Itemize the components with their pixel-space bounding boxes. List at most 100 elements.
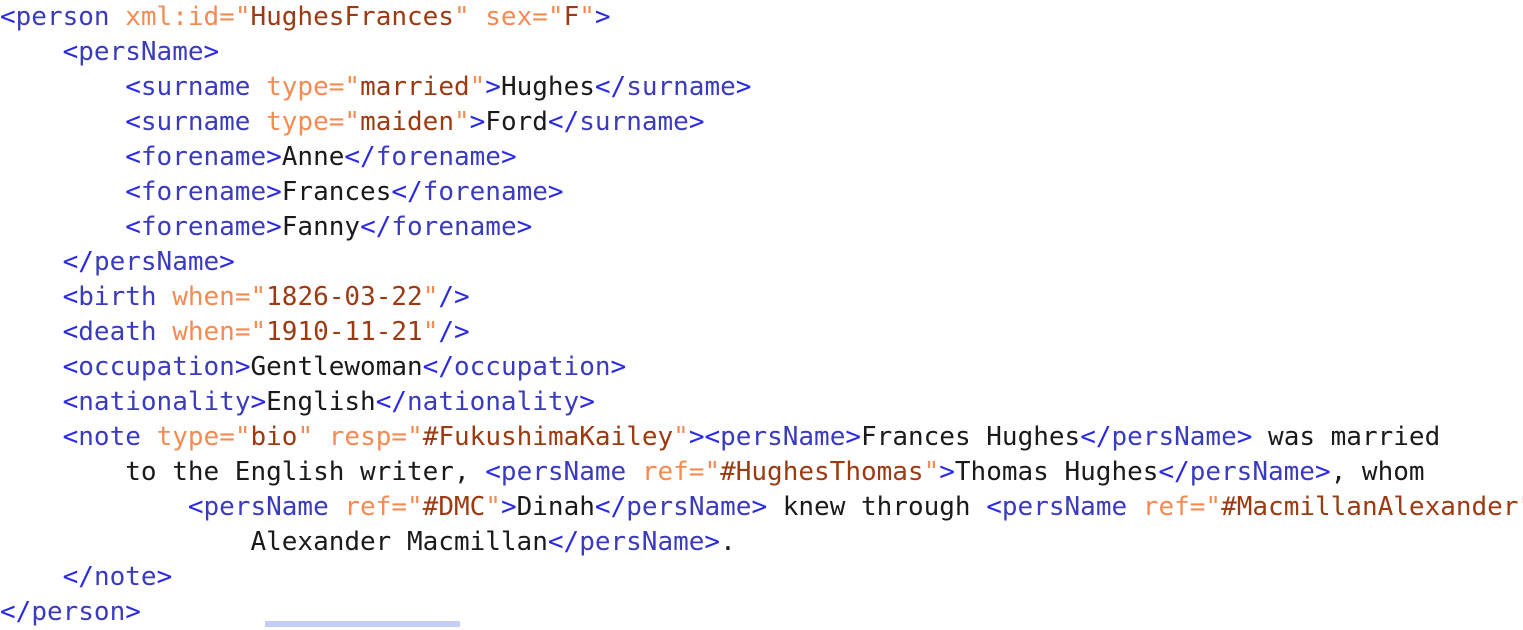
xml-text-content: Thomas Hughes	[955, 457, 1159, 487]
xml-text-content	[141, 422, 157, 452]
xml-quote: "	[673, 422, 689, 452]
xml-bracket: >	[689, 422, 705, 452]
xml-equals: =	[329, 107, 345, 137]
xml-bracket: </	[595, 72, 626, 102]
xml-attribute-value: HughesFrances	[250, 2, 454, 32]
xml-text-content	[157, 317, 173, 347]
xml-bracket: </	[0, 597, 31, 627]
xml-bracket: <	[704, 422, 720, 452]
xml-bracket: </	[595, 492, 626, 522]
line-indent	[0, 72, 125, 102]
line-indent	[0, 37, 63, 67]
xml-quote: "	[235, 2, 251, 32]
xml-quote: "	[470, 72, 486, 102]
code-line[interactable]: <occupation>Gentlewoman</occupation>	[0, 350, 1523, 385]
code-line[interactable]: <forename>Fanny</forename>	[0, 210, 1523, 245]
xml-element-name: persName	[1190, 457, 1315, 487]
xml-text-content	[626, 457, 642, 487]
line-indent	[0, 457, 125, 487]
xml-equals: =	[1190, 492, 1206, 522]
xml-text-content	[329, 492, 345, 522]
xml-bracket: <	[125, 72, 141, 102]
xml-element-name: occupation	[454, 352, 611, 382]
xml-attribute-name: when	[172, 317, 235, 347]
code-line[interactable]: <forename>Frances</forename>	[0, 175, 1523, 210]
xml-bracket: <	[63, 352, 79, 382]
code-line[interactable]: <nationality>English</nationality>	[0, 385, 1523, 420]
xml-element-name: persName	[204, 492, 329, 522]
xml-attribute-value: F	[564, 2, 580, 32]
xml-text-content: knew through	[767, 492, 986, 522]
xml-bracket: >	[595, 2, 611, 32]
xml-element-name: forename	[423, 177, 548, 207]
xml-equals: =	[219, 2, 235, 32]
xml-quote: "	[251, 282, 267, 312]
xml-bracket: <	[125, 107, 141, 137]
code-line[interactable]: </persName>	[0, 245, 1523, 280]
code-line[interactable]: to the English writer, <persName ref="#H…	[0, 455, 1523, 490]
code-line[interactable]: <note type="bio" resp="#FukushimaKailey"…	[0, 420, 1523, 455]
xml-bracket: >	[204, 37, 220, 67]
xml-text-content	[313, 422, 329, 452]
xml-text-content	[157, 282, 173, 312]
xml-element-name: forename	[141, 212, 266, 242]
xml-bracket: />	[438, 317, 469, 347]
xml-text-content: .	[720, 527, 736, 557]
xml-bracket: <	[485, 457, 501, 487]
xml-element-name: person	[16, 2, 110, 32]
xml-quote: "	[235, 422, 251, 452]
xml-attribute-value: maiden	[360, 107, 454, 137]
xml-text-content	[110, 2, 126, 32]
xml-text-content: was married	[1252, 422, 1440, 452]
xml-quote: "	[548, 2, 564, 32]
code-line[interactable]: <death when="1910-11-21"/>	[0, 315, 1523, 350]
xml-element-name: persName	[720, 422, 845, 452]
code-line[interactable]: <surname type="married">Hughes</surname>	[0, 70, 1523, 105]
xml-equals: =	[391, 492, 407, 522]
xml-text-content: Ford	[485, 107, 548, 137]
xml-text-content: English	[266, 387, 376, 417]
code-line[interactable]: <forename>Anne</forename>	[0, 140, 1523, 175]
code-line[interactable]: </person>	[0, 595, 1523, 630]
xml-quote: "	[924, 457, 940, 487]
xml-bracket: </	[360, 212, 391, 242]
xml-element-name: forename	[141, 177, 266, 207]
code-line[interactable]: <birth when="1826-03-22"/>	[0, 280, 1523, 315]
code-line[interactable]: <persName>	[0, 35, 1523, 70]
xml-equals: =	[235, 317, 251, 347]
xml-bracket: </	[63, 562, 94, 592]
line-indent	[0, 177, 125, 207]
xml-bracket: >	[250, 387, 266, 417]
line-indent	[0, 492, 188, 522]
xml-equals: =	[689, 457, 705, 487]
xml-text-content: Frances Hughes	[861, 422, 1080, 452]
code-line[interactable]: </note>	[0, 560, 1523, 595]
xml-attribute-name: ref	[344, 492, 391, 522]
xml-bracket: >	[736, 72, 752, 102]
code-line[interactable]: Alexander Macmillan</persName>.	[0, 525, 1523, 560]
xml-bracket: </	[548, 107, 579, 137]
xml-text-content	[1127, 492, 1143, 522]
code-line[interactable]: <persName ref="#DMC">Dinah</persName> kn…	[0, 490, 1523, 525]
xml-bracket: >	[266, 142, 282, 172]
xml-bracket: >	[939, 457, 955, 487]
xml-bracket: </	[1080, 422, 1111, 452]
line-indent	[0, 317, 63, 347]
xml-element-name: forename	[141, 142, 266, 172]
xml-text-content: Gentlewoman	[250, 352, 422, 382]
xml-quote: "	[344, 107, 360, 137]
xml-bracket: >	[470, 107, 486, 137]
xml-element-name: surname	[626, 72, 736, 102]
xml-quote: "	[407, 422, 423, 452]
xml-element-name: persName	[1002, 492, 1127, 522]
xml-bracket: <	[986, 492, 1002, 522]
code-line[interactable]: <person xml:id="HughesFrances" sex="F">	[0, 0, 1523, 35]
xml-element-name: person	[31, 597, 125, 627]
xml-code-view[interactable]: <person xml:id="HughesFrances" sex="F"> …	[0, 0, 1523, 629]
line-indent	[0, 422, 63, 452]
xml-equals: =	[235, 282, 251, 312]
line-indent	[0, 142, 125, 172]
xml-element-name: persName	[501, 457, 626, 487]
code-line[interactable]: <surname type="maiden">Ford</surname>	[0, 105, 1523, 140]
xml-element-name: nationality	[407, 387, 579, 417]
